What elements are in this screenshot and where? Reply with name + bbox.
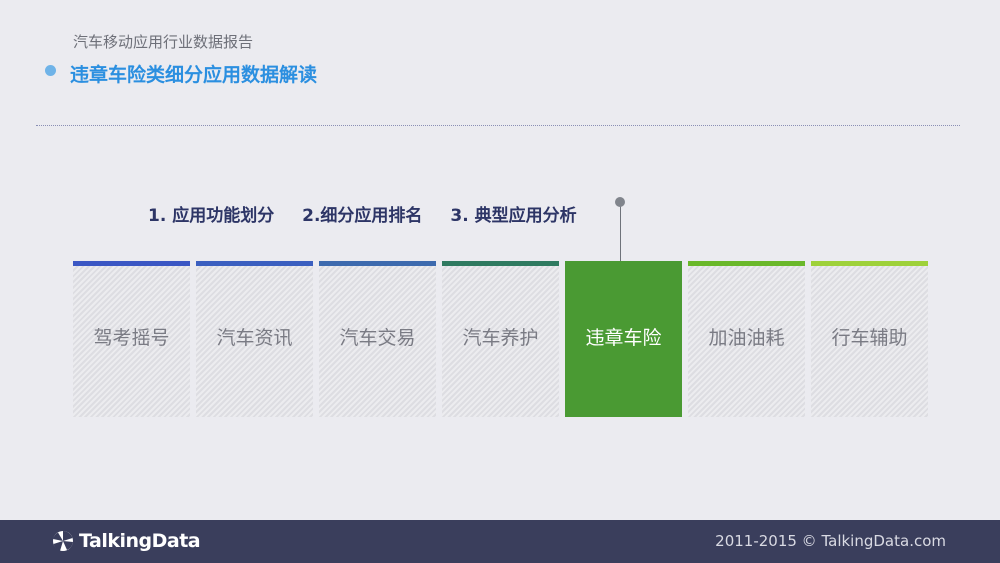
- category-tile[interactable]: 汽车资讯: [196, 261, 313, 417]
- section-bullet-dot: [45, 65, 56, 76]
- section-title: 违章车险类细分应用数据解读: [70, 64, 318, 86]
- category-label: 汽车养护: [462, 327, 539, 349]
- category-tile[interactable]: 加油油耗: [688, 261, 805, 417]
- category-label: 汽车交易: [339, 327, 416, 349]
- category-label: 汽车资讯: [216, 327, 293, 349]
- category-bar: [442, 261, 559, 266]
- category-label: 加油油耗: [708, 327, 785, 349]
- talkingdata-logo-icon: [53, 531, 73, 551]
- category-tile[interactable]: 汽车养护: [442, 261, 559, 417]
- step-3[interactable]: 3. 典型应用分析: [450, 206, 576, 226]
- category-bar: [565, 261, 682, 266]
- dotted-divider: [36, 125, 960, 126]
- logo-text: TalkingData: [79, 530, 201, 552]
- category-bar: [688, 261, 805, 266]
- footer-bar: TalkingData 2011-2015 © TalkingData.com: [0, 520, 1000, 563]
- category-tile[interactable]: 行车辅助: [811, 261, 928, 417]
- category-tile[interactable]: 驾考摇号: [73, 261, 190, 417]
- category-label: 违章车险: [585, 327, 662, 349]
- pointer-line: [620, 204, 621, 261]
- category-label: 驾考摇号: [93, 327, 170, 349]
- step-2[interactable]: 2.细分应用排名: [302, 206, 422, 226]
- talkingdata-logo[interactable]: TalkingData: [52, 530, 201, 552]
- step-navigation: 1. 应用功能划分 2.细分应用排名 3. 典型应用分析: [148, 201, 599, 226]
- category-label: 行车辅助: [831, 327, 908, 349]
- category-bar: [73, 261, 190, 266]
- category-tiles: 驾考摇号 汽车资讯 汽车交易 汽车养护 违章车险 加油油耗 行车辅助: [73, 261, 928, 418]
- pointer-dot: [615, 197, 625, 207]
- category-tile[interactable]: 违章车险: [565, 261, 682, 417]
- step-1[interactable]: 1. 应用功能划分: [148, 206, 274, 226]
- category-tile[interactable]: 汽车交易: [319, 261, 436, 417]
- copyright-text: 2011-2015 © TalkingData.com: [715, 532, 946, 550]
- category-bar: [811, 261, 928, 266]
- category-bar: [319, 261, 436, 266]
- report-title: 汽车移动应用行业数据报告: [73, 33, 254, 51]
- category-bar: [196, 261, 313, 266]
